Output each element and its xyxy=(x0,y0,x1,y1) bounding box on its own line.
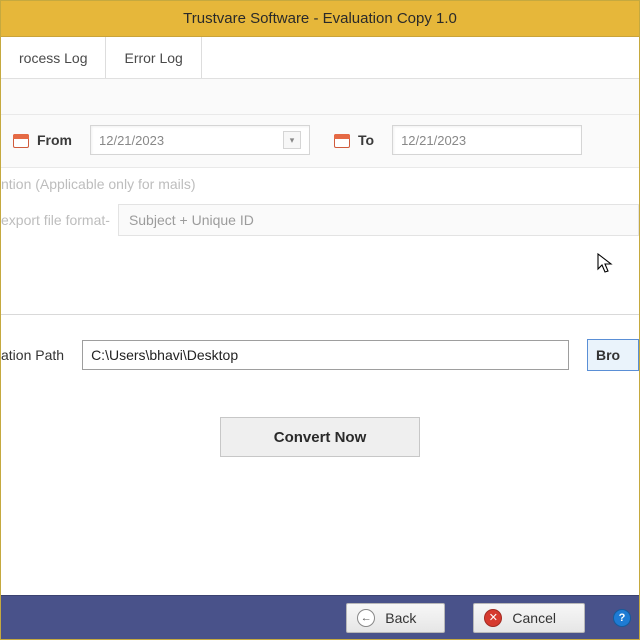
from-date-value: 12/21/2023 xyxy=(99,133,164,148)
cancel-button-label: Cancel xyxy=(512,610,556,626)
tab-error-log[interactable]: Error Log xyxy=(106,37,201,78)
help-icon[interactable]: ? xyxy=(613,609,631,627)
cancel-x-icon: ✕ xyxy=(484,609,502,627)
from-label: From xyxy=(37,132,72,148)
format-row: export file format- Subject + Unique ID xyxy=(1,198,639,254)
tab-error-log-label: Error Log xyxy=(124,50,182,66)
calendar-icon xyxy=(334,132,350,148)
cancel-button[interactable]: ✕ Cancel xyxy=(473,603,585,633)
convert-row: Convert Now xyxy=(1,381,639,457)
convert-now-label: Convert Now xyxy=(274,429,367,446)
title-bar: Trustvare Software - Evaluation Copy 1.0 xyxy=(1,1,639,37)
to-date-input[interactable]: 12/21/2023 xyxy=(392,125,582,155)
destination-path-label: ation Path xyxy=(1,347,64,363)
calendar-icon xyxy=(13,132,29,148)
format-label: export file format- xyxy=(1,212,110,228)
window-title: Trustvare Software - Evaluation Copy 1.0 xyxy=(183,10,457,27)
date-range-row: From 12/21/2023 ▾ To 12/21/2023 xyxy=(1,115,639,168)
browse-button[interactable]: Bro xyxy=(587,339,639,371)
naming-note-text: ntion (Applicable only for mails) xyxy=(1,176,196,192)
tab-process-log[interactable]: rocess Log xyxy=(1,37,106,78)
path-row: ation Path Bro xyxy=(1,315,639,381)
main-panel: From 12/21/2023 ▾ To 12/21/2023 ntion (A… xyxy=(1,79,639,595)
back-arrow-icon: ← xyxy=(357,609,375,627)
from-date-dropdown-icon[interactable]: ▾ xyxy=(283,131,301,149)
back-button-label: Back xyxy=(385,610,416,626)
from-date-input[interactable]: 12/21/2023 ▾ xyxy=(90,125,310,155)
tabs-row: rocess Log Error Log xyxy=(1,37,639,79)
format-select[interactable]: Subject + Unique ID xyxy=(118,204,639,236)
browse-button-label: Bro xyxy=(596,347,620,363)
format-select-value: Subject + Unique ID xyxy=(129,212,254,228)
convert-now-button[interactable]: Convert Now xyxy=(220,417,420,457)
footer-toolbar: ← Back ✕ Cancel ? xyxy=(1,595,639,639)
naming-note: ntion (Applicable only for mails) xyxy=(1,168,639,198)
to-date-value: 12/21/2023 xyxy=(401,133,466,148)
to-label: To xyxy=(358,132,374,148)
destination-path-input[interactable] xyxy=(82,340,569,370)
back-button[interactable]: ← Back xyxy=(346,603,445,633)
tab-process-log-label: rocess Log xyxy=(19,50,87,66)
blank-row xyxy=(1,79,639,115)
